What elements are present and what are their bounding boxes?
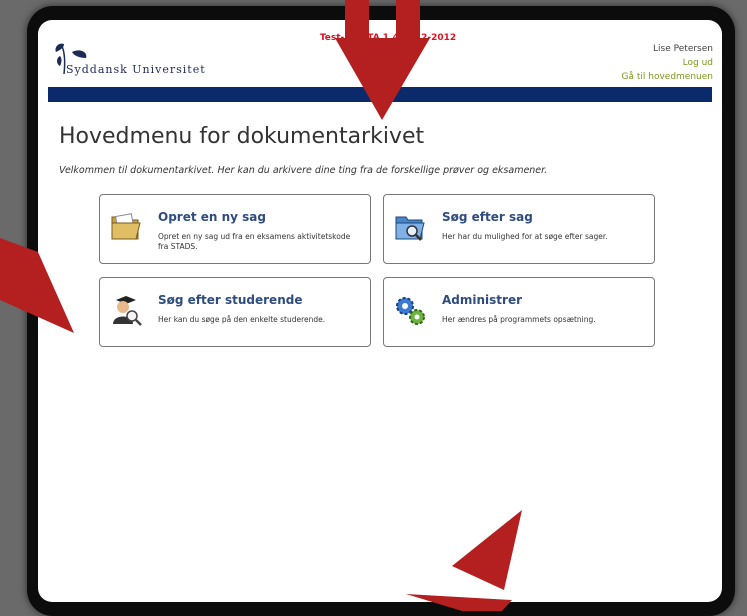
header-bar bbox=[48, 87, 712, 102]
gears-icon bbox=[396, 297, 425, 325]
university-name: Syddansk Universitet bbox=[66, 63, 206, 76]
page-title: Hovedmenu for dokumentarkivet bbox=[59, 124, 425, 149]
folder-icon bbox=[111, 213, 141, 240]
search-student-card[interactable]: Søg efter studerende Her kan du søge på … bbox=[99, 277, 371, 347]
folder-search-icon bbox=[395, 216, 425, 241]
user-name: Lise Petersen bbox=[653, 44, 713, 54]
user-block: Lise Petersen Log ud Gå til hovedmenuen bbox=[622, 42, 713, 84]
card-title: Søg efter sag bbox=[442, 210, 533, 224]
card-description: Her ændres på programmets opsætning. bbox=[442, 315, 596, 324]
card-title: Administrer bbox=[442, 293, 523, 307]
test-banner: Test-.. BETA 1,4. 4/12-2012 bbox=[319, 33, 457, 43]
app-screen: Syddansk Universitet Test-.. BETA 1,4. 4… bbox=[38, 20, 722, 602]
logout-link[interactable]: Log ud bbox=[622, 56, 713, 70]
student-search-icon bbox=[113, 296, 142, 326]
card-description: Her kan du søge på den enkelte studerend… bbox=[158, 315, 326, 324]
create-case-card[interactable]: Opret en ny sag Opret en ny sag ud fra e… bbox=[99, 194, 371, 264]
card-title: Søg efter studerende bbox=[158, 293, 303, 307]
administer-card[interactable]: Administrer Her ændres på programmets op… bbox=[383, 277, 655, 347]
card-description: Opret en ny sag ud fra en eksamens aktiv… bbox=[158, 232, 351, 251]
card-title: Opret en ny sag bbox=[158, 210, 266, 224]
card-description: Her har du mulighed for at søge efter sa… bbox=[442, 232, 608, 241]
search-case-card[interactable]: Søg efter sag Her har du mulighed for at… bbox=[383, 194, 655, 264]
main-menu-link[interactable]: Gå til hovedmenuen bbox=[622, 70, 713, 84]
welcome-text: Velkommen til dokumentarkivet. Her kan d… bbox=[59, 165, 548, 176]
